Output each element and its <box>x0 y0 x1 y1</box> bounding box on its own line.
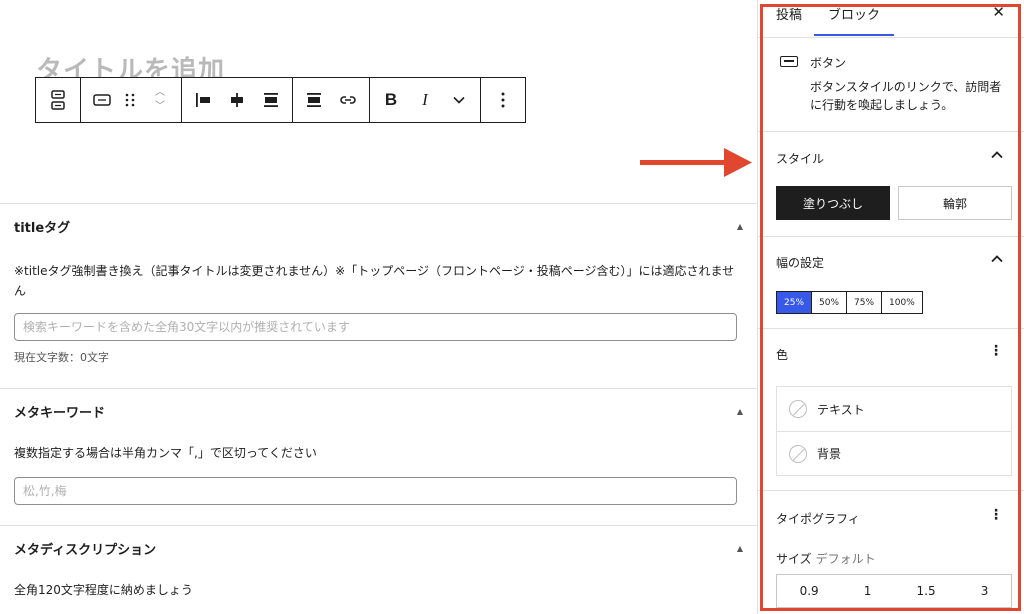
width-50-button[interactable]: 50% <box>811 291 848 314</box>
color-item-background[interactable]: 背景 <box>777 431 1011 475</box>
width-100-button[interactable]: 100% <box>881 291 923 314</box>
color-item-label: テキスト <box>817 402 865 417</box>
link-icon <box>340 96 356 104</box>
annotation-arrow-icon <box>640 148 752 177</box>
metabox-description: ※titleタグ強制書き換え（記事タイトルは変更されません）※「トップページ（フ… <box>14 264 735 298</box>
collapse-triangle-icon[interactable]: ▲ <box>737 544 743 553</box>
typography-panel-title: タイポグラフィ <box>776 512 860 526</box>
block-movers: ︿ ﹀ <box>149 86 171 114</box>
font-size-option[interactable]: 1 <box>864 584 872 598</box>
char-count: 現在文字数：0文字 <box>14 351 109 364</box>
more-formats-button[interactable] <box>442 78 476 122</box>
chevron-up-icon[interactable] <box>991 253 1003 266</box>
font-size-option[interactable]: 0.9 <box>800 584 819 598</box>
metabox-title: titleタグ <box>14 220 71 236</box>
italic-button[interactable]: I <box>408 78 442 122</box>
move-up-icon[interactable]: ︿ <box>155 86 165 100</box>
title-tag-input[interactable] <box>14 313 737 341</box>
move-down-icon[interactable]: ﹀ <box>155 100 165 114</box>
style-panel: スタイル <box>758 132 1024 237</box>
width-panel: 幅の設定 <box>758 237 1024 329</box>
font-size-current: デフォルト <box>815 552 876 566</box>
justify-stretch-button[interactable] <box>254 78 288 122</box>
button-block-icon <box>780 56 798 67</box>
vertical-link-group <box>292 77 370 123</box>
metabox-title: メタキーワード <box>14 405 106 421</box>
justify-left-button[interactable] <box>186 78 220 122</box>
empty-swatch-icon <box>789 400 807 418</box>
metabox-title: メタディスクリプション <box>14 542 157 558</box>
empty-swatch-icon <box>789 444 807 463</box>
drag-handle[interactable] <box>119 78 141 122</box>
more-vertical-icon[interactable]: ⋮ <box>989 507 1003 523</box>
font-size-option[interactable]: 1.5 <box>917 584 936 598</box>
parent-block-button[interactable] <box>35 77 81 123</box>
width-panel-title[interactable]: 幅の設定 <box>776 254 824 271</box>
metabox-meta-description: メタディスクリプション ▲ 全角120文字程度に納めましょう <box>0 525 757 614</box>
block-card: ボタン ボタンスタイルのリンクで、訪問者に行動を喚起しましょう。 <box>758 38 1024 132</box>
more-vertical-icon[interactable]: ⋮ <box>989 343 1003 359</box>
style-panel-title[interactable]: スタイル <box>776 150 824 167</box>
block-controls-group: ︿ ﹀ <box>80 77 182 123</box>
tab-block[interactable]: ブロック <box>814 4 895 36</box>
close-icon[interactable]: ✕ <box>992 3 1005 21</box>
metabox-meta-keywords: メタキーワード ▲ 複数指定する場合は半角カンマ「,」で区切ってください <box>0 388 757 505</box>
width-75-button[interactable]: 75% <box>846 291 883 314</box>
color-panel-title: 色 <box>776 348 789 362</box>
width-25-button[interactable]: 25% <box>776 291 813 314</box>
justify-stretch-icon <box>264 93 278 107</box>
color-item-label: 背景 <box>817 447 842 461</box>
chevron-up-icon[interactable] <box>991 149 1003 162</box>
vertical-align-icon <box>307 93 321 107</box>
block-toolbar: ︿ ﹀ B I <box>35 77 526 123</box>
metabox-title-tag: titleタグ ▲ ※titleタグ強制書き換え（記事タイトルは変更されません）… <box>0 203 757 365</box>
collapse-triangle-icon[interactable]: ▲ <box>737 222 743 231</box>
tab-post[interactable]: 投稿 <box>776 4 802 23</box>
options-button[interactable] <box>480 77 526 123</box>
font-size-label: サイズ デフォルト <box>776 550 876 567</box>
alignment-group <box>181 77 293 123</box>
justify-center-icon <box>231 93 243 107</box>
link-button[interactable] <box>331 78 365 122</box>
justify-center-button[interactable] <box>220 78 254 122</box>
more-vertical-icon <box>501 92 505 108</box>
justify-left-icon <box>196 93 210 107</box>
color-item-text[interactable]: テキスト <box>777 387 1011 431</box>
block-card-title: ボタン <box>810 56 847 70</box>
button-block-icon <box>93 94 111 106</box>
buttons-block-icon <box>51 90 65 110</box>
metabox-description: 複数指定する場合は半角カンマ「,」で区切ってください <box>14 446 317 460</box>
vertical-align-button[interactable] <box>297 78 331 122</box>
color-list: テキスト 背景 <box>776 386 1012 476</box>
collapse-triangle-icon[interactable]: ▲ <box>737 407 743 416</box>
drag-handle-icon <box>125 93 135 107</box>
style-fill-button[interactable]: 塗りつぶし <box>776 186 890 220</box>
width-button-group: 25% 50% 75% 100% <box>776 291 923 314</box>
meta-keywords-input[interactable] <box>14 477 737 505</box>
block-type-button[interactable] <box>85 78 119 122</box>
metabox-description: 全角120文字程度に納めましょう <box>14 583 193 597</box>
chevron-down-icon <box>453 96 465 104</box>
settings-sidebar: 投稿 ブロック ✕ ボタン ボタンスタイルのリンクで、訪問者に行動を喚起しましょ… <box>757 0 1024 614</box>
bold-button[interactable]: B <box>374 78 408 122</box>
font-size-option[interactable]: 3 <box>981 584 989 598</box>
format-group: B I <box>369 77 481 123</box>
sidebar-tabs: 投稿 ブロック ✕ <box>758 0 1024 38</box>
style-outline-button[interactable]: 輪郭 <box>898 186 1012 220</box>
font-size-picker: 0.9 1 1.5 3 <box>776 574 1012 608</box>
font-size-label-text: サイズ <box>776 552 812 566</box>
block-card-description: ボタンスタイルのリンクで、訪問者に行動を喚起しましょう。 <box>810 80 1002 112</box>
